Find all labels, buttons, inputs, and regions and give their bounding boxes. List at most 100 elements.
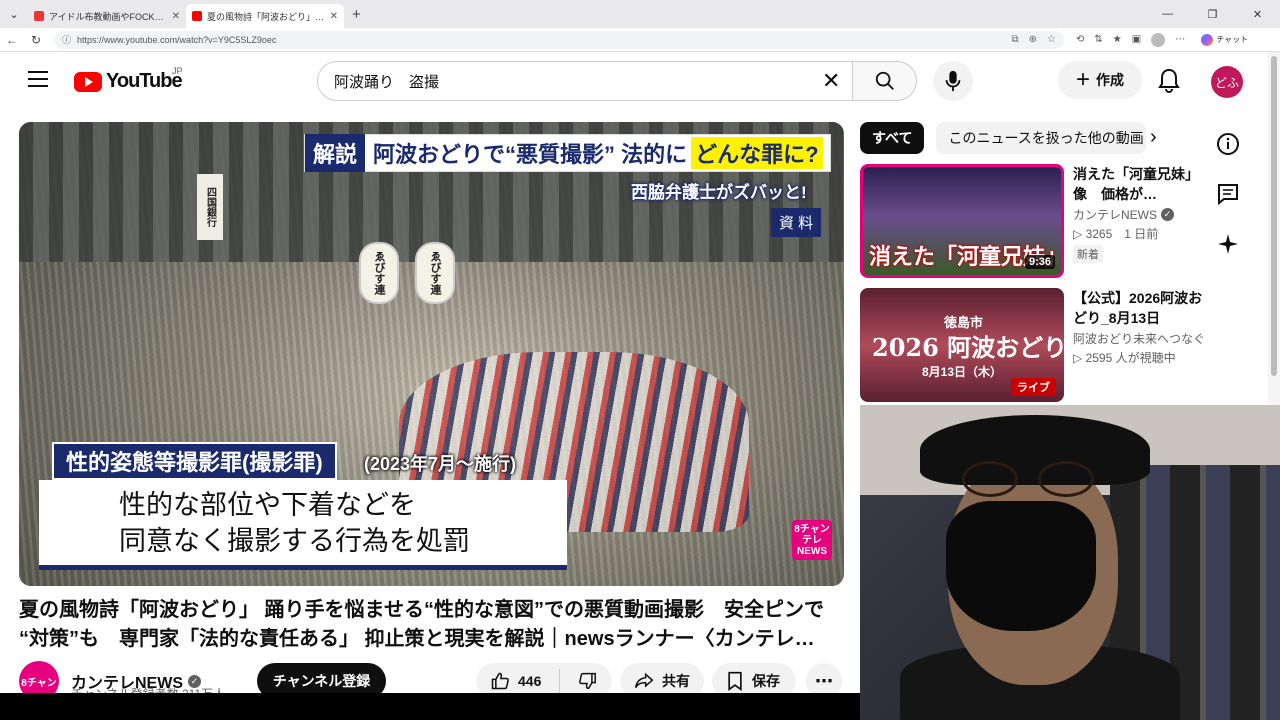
tab-title: アイドル布教動画やFOCKニュース(話) | Ko... [49,11,167,22]
create-button[interactable]: + 作成 [1058,61,1142,99]
tab-actions-menu[interactable]: ⌄ [0,0,28,28]
browser-tab[interactable]: アイドル布教動画やFOCKニュース(話) | Ko... ✕ [28,4,186,28]
related-chips: すべて このニュースを扱った他の動画 [860,122,1147,154]
thumbs-down-icon[interactable] [578,671,598,691]
chevron-right-icon[interactable]: › [1150,126,1157,149]
caption-note: (2023年7月～施行) [364,454,517,474]
recommendation-thumbnail[interactable]: 徳島市 2026 阿波おどり 8月13日（木） ライブ [860,288,1064,402]
share-label: 共有 [662,673,690,689]
like-count: 446 [518,673,542,689]
tab-title: 夏の風物詩「阿波おどり」踊り手を... [207,11,325,22]
copilot-icon [1201,33,1214,46]
profile-avatar[interactable] [1151,32,1166,47]
back-icon[interactable]: ← [0,33,24,47]
subscribe-button[interactable]: チャンネル登録 [257,663,386,693]
zoom-icon[interactable]: ⊕ [1029,34,1037,45]
headline-subtext: 西脇弁護士がズバッと! [631,183,807,202]
recommendation-item[interactable]: 消えた「河童兄妹」像 9:36 消えた「河童兄妹」像 価格が… カンテレNEWS… [860,164,1260,278]
tab-favicon-icon [34,11,44,21]
headline-highlight: どんな罪に? [691,137,823,169]
close-window-icon[interactable]: ✕ [1235,0,1280,28]
verified-check-icon: ✓ [1161,208,1175,221]
save-label: 保存 [752,673,780,689]
subscriber-count: チャンネル登録者数 211万人 [71,685,225,693]
browser-tab-active[interactable]: 夏の風物詩「阿波おどり」踊り手を... ✕ [186,4,344,28]
copilot-button[interactable]: チャット [1201,33,1249,46]
recommendation-meta: ▷ 2595 人が視聴中 [1073,351,1176,365]
live-badge: ライブ [1011,378,1056,396]
more-actions-icon[interactable]: ⋯ [806,663,842,693]
search-button[interactable] [853,61,917,101]
tab-close-icon[interactable]: ✕ [172,11,180,22]
minimize-icon[interactable]: — [1145,0,1190,28]
guide-menu-icon[interactable] [28,71,48,87]
like-button[interactable]: 446 [490,671,541,691]
recommendation-title[interactable]: 【公式】2026阿波おどり_8月13日 [1073,288,1203,328]
url-text: https://www.youtube.com/watch?v=Y9C5SLZ9… [77,34,277,45]
account-avatar[interactable]: どふ [1211,66,1243,98]
recommendation-channel[interactable]: カンテレNEWS [1073,206,1157,223]
app-available-icon[interactable]: ⧉ [1012,34,1019,45]
window-controls: — ❐ ✕ [1145,0,1280,28]
lantern: ゑびす連 [359,242,399,304]
new-tab-icon[interactable]: + [352,6,361,23]
collections-icon[interactable]: ▣ [1132,34,1141,45]
voice-search-button[interactable] [933,61,973,101]
sparkle-icon[interactable] [1216,232,1240,256]
search-input[interactable]: 阿波踊り 盗撮 [317,61,853,101]
recommendation-meta: ▷ 3265 1 日前 [1073,227,1159,241]
split-screen-icon[interactable]: ⇅ [1094,34,1102,45]
recommendation-title[interactable]: 消えた「河童兄妹」像 価格が… [1073,164,1203,204]
tab-close-icon[interactable]: ✕ [330,11,338,22]
webcam-overlay [860,405,1280,720]
copilot-label: チャット [1216,35,1249,44]
bottom-black-bar [0,693,860,720]
recommendation-channel[interactable]: 阿波おどり未来へつなぐ実行委員会 [1073,330,1203,347]
favorite-star-icon[interactable]: ☆ [1047,34,1056,45]
extensions-icon[interactable]: ⟲ [1076,34,1084,45]
youtube-logo[interactable]: YouTube JP [74,66,183,93]
region-code: JP [172,66,183,76]
channel-avatar[interactable]: 8チャン [19,661,59,693]
webcam-person-mask [946,501,1096,631]
bell-icon [1158,68,1180,93]
logo-text: YouTube [106,70,183,92]
save-button[interactable]: 保存 [712,663,796,693]
thumbnail-date: 8月13日（木） [922,365,1003,379]
info-icon[interactable] [1216,132,1240,156]
address-bar[interactable]: ⓘ https://www.youtube.com/watch?v=Y9C5SL… [54,30,1064,49]
channel-watermark-logo: 8チャン テレ NEWS [792,520,832,560]
chat-icon[interactable] [1216,182,1240,206]
plus-icon: + [1075,66,1090,93]
thumbnail-text: 2026 阿波おどり [872,333,1064,362]
right-rail-icons [1210,132,1246,256]
caption-heading: 性的姿態等撮影罪(撮影罪) [52,442,337,480]
lantern: ゑびす連 [415,242,455,304]
video-title-line: 夏の風物詩「阿波おどり」 踊り手を悩ませる“性的な意図”での悪質動画撮影 安全ピ… [19,599,824,621]
video-title: 夏の風物詩「阿波おどり」 踊り手を悩ませる“性的な意図”での悪質動画撮影 安全ピ… [19,596,839,654]
share-button[interactable]: 共有 [620,663,704,693]
recommendation-thumbnail[interactable]: 消えた「河童兄妹」像 9:36 [860,164,1064,278]
create-label: 作成 [1096,72,1124,88]
reload-icon[interactable]: ↻ [24,33,48,47]
chip-related-news[interactable]: このニュースを扱った他の動画 [936,122,1147,154]
site-info-icon[interactable]: ⓘ [62,33,71,46]
video-player[interactable]: 四国銀行 ゑびす連 ゑびす連 解説 阿波おどりで“悪質撮影” 法的に どんな罪に… [19,122,844,586]
youtube-play-icon [74,71,102,92]
archive-label: 資 料 [771,208,822,237]
new-badge: 新着 [1073,245,1103,263]
restore-icon[interactable]: ❐ [1190,0,1235,28]
clear-search-icon[interactable]: ✕ [822,70,840,92]
caption-line: 性的な部位や下着などを [119,489,416,520]
settings-more-icon[interactable]: ⋯ [1175,34,1185,45]
notifications-button[interactable] [1157,68,1181,99]
chip-all[interactable]: すべて [860,122,925,154]
share-icon [634,672,654,689]
video-banner-text: 四国銀行 [197,174,223,240]
caption-line: 同意なく撮影する行為を処罰 [119,525,470,556]
favorites-icon[interactable]: ★ [1113,34,1122,45]
search-query: 阿波踊り 盗撮 [334,73,440,91]
masthead: YouTube JP 阿波踊り 盗撮 ✕ + 作成 どふ [0,52,1280,110]
recommendation-item[interactable]: 徳島市 2026 阿波おどり 8月13日（木） ライブ 【公式】2026阿波おど… [860,288,1260,402]
browser-toolbar: ← ↻ ⓘ https://www.youtube.com/watch?v=Y9… [0,28,1280,52]
